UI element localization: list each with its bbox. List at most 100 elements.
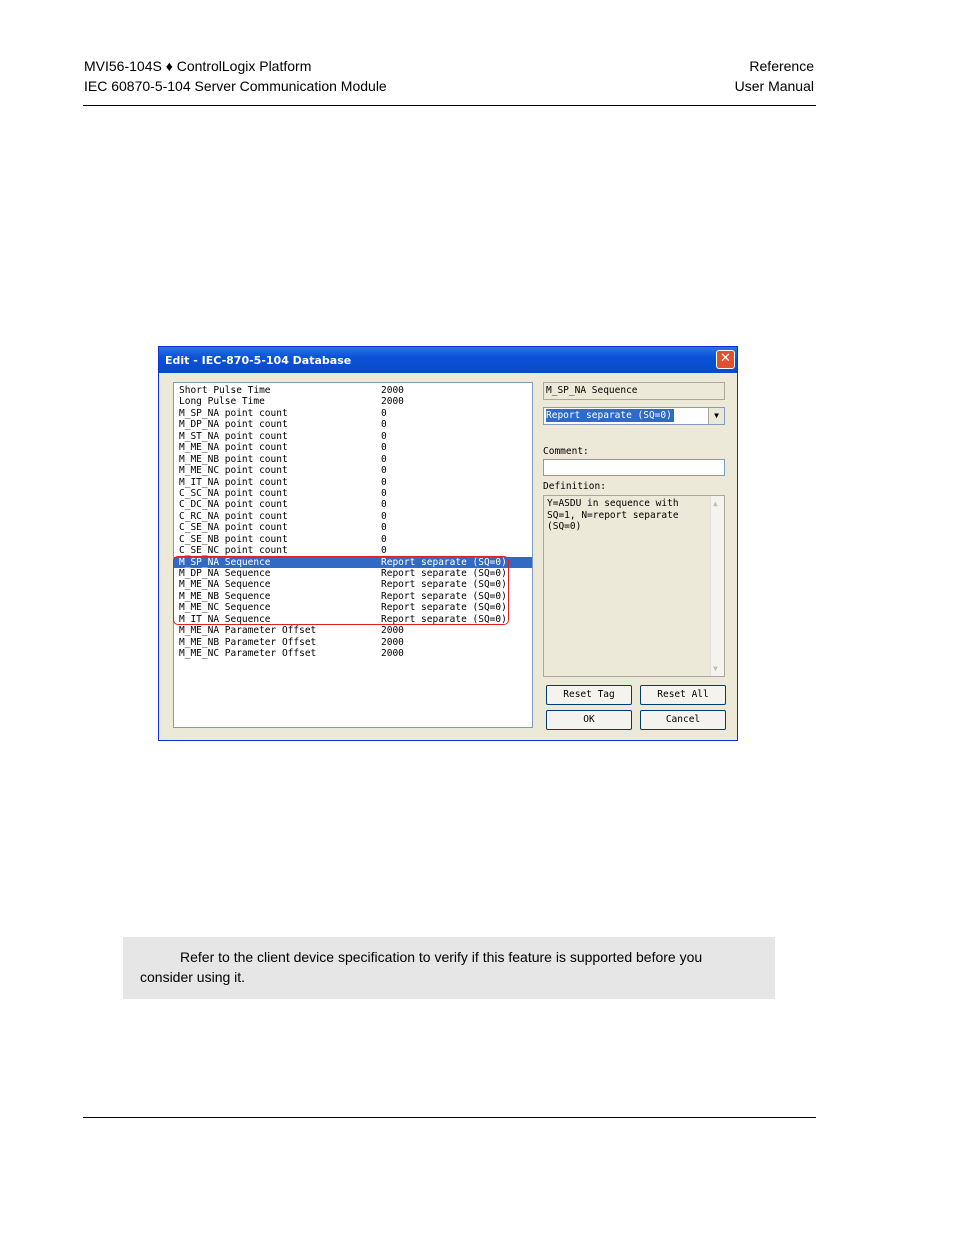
parameter-value: 0 bbox=[381, 442, 387, 454]
header-left: MVI56-104S ♦ ControlLogix Platform IEC 6… bbox=[84, 56, 387, 96]
combo-selected-value: Report separate (SQ=0) bbox=[546, 409, 674, 422]
parameter-name: M_ME_NC point count bbox=[179, 465, 288, 477]
parameter-value: 0 bbox=[381, 419, 387, 431]
note-text-line2: consider using it. bbox=[140, 969, 246, 985]
definition-scrollbar[interactable]: ▲ ▼ bbox=[710, 496, 724, 676]
list-item[interactable]: C_SE_NA point count 0 bbox=[174, 522, 532, 533]
parameter-value: 0 bbox=[381, 499, 387, 511]
parameter-value: 0 bbox=[381, 476, 387, 488]
value-combo[interactable]: Report separate (SQ=0) ▼ bbox=[543, 407, 725, 425]
parameter-name: M_ST_NA point count bbox=[179, 430, 288, 442]
list-item[interactable]: C_SC_NA point count 0 bbox=[174, 488, 532, 499]
parameter-name: M_ME_NA Parameter Offset bbox=[179, 625, 317, 637]
list-item[interactable]: M_ME_NA Parameter Offset 2000 bbox=[174, 625, 532, 636]
comment-label: Comment: bbox=[543, 446, 589, 457]
parameter-value: 2000 bbox=[381, 385, 404, 396]
reset-all-button[interactable]: Reset All bbox=[640, 685, 726, 705]
list-item[interactable]: M_SP_NA point count 0 bbox=[174, 408, 532, 419]
list-item[interactable]: M_ME_NB point count 0 bbox=[174, 454, 532, 465]
list-item[interactable]: Short Pulse Time 2000 bbox=[174, 385, 532, 396]
parameter-value: 0 bbox=[381, 430, 387, 442]
parameter-name: C_SE_NA point count bbox=[179, 522, 288, 534]
parameter-name: M_SP_NA point count bbox=[179, 407, 288, 419]
tag-name-field: M_SP_NA Sequence bbox=[543, 382, 725, 400]
list-item[interactable]: C_SE_NC point count 0 bbox=[174, 545, 532, 556]
dialog-title: Edit - IEC-870-5-104 Database bbox=[165, 353, 352, 367]
list-item[interactable]: M_ME_NC point count 0 bbox=[174, 465, 532, 476]
header-module: IEC 60870-5-104 Server Communication Mod… bbox=[84, 78, 387, 94]
list-item[interactable]: M_ME_NC Sequence Report separate (SQ=0) bbox=[174, 602, 532, 613]
dialog-titlebar[interactable]: Edit - IEC-870-5-104 Database bbox=[159, 347, 737, 373]
parameter-value: 0 bbox=[381, 510, 387, 522]
header-doc-type: User Manual bbox=[734, 78, 814, 94]
parameter-value: 2000 bbox=[381, 625, 404, 637]
parameter-list[interactable]: Short Pulse Time 2000 Long Pulse Time 2000 M… bbox=[173, 382, 533, 728]
parameter-name: C_SE_NB point count bbox=[179, 533, 288, 545]
parameter-value: Report separate (SQ=0) bbox=[381, 590, 507, 602]
header-section: Reference bbox=[749, 58, 814, 74]
list-item[interactable]: M_SP_NA Sequence Report separate (SQ=0) bbox=[174, 556, 532, 568]
parameter-name: M_ME_NA point count bbox=[179, 442, 288, 454]
parameter-value: 2000 bbox=[381, 396, 404, 408]
parameter-name: M_IT_NA point count bbox=[179, 476, 288, 488]
list-item[interactable]: M_IT_NA Sequence Report separate (SQ=0) bbox=[174, 614, 532, 625]
list-item[interactable]: M_ST_NA point count 0 bbox=[174, 431, 532, 442]
list-item[interactable]: C_RC_NA point count 0 bbox=[174, 511, 532, 522]
parameter-value: 0 bbox=[381, 407, 387, 419]
parameter-name: M_ME_NB Parameter Offset bbox=[179, 636, 317, 648]
list-item[interactable]: M_ME_NB Sequence Report separate (SQ=0) bbox=[174, 591, 532, 602]
list-item[interactable]: M_DP_NA point count 0 bbox=[174, 419, 532, 430]
parameter-name: Long Pulse Time bbox=[179, 396, 265, 408]
definition-box: Y=ASDU in sequence with SQ=1, N=report s… bbox=[543, 495, 725, 677]
parameter-value: Report separate (SQ=0) bbox=[381, 556, 507, 568]
comment-field[interactable] bbox=[543, 459, 725, 476]
note-text-line1: Refer to the client device specification… bbox=[180, 949, 703, 965]
list-item[interactable]: Long Pulse Time 2000 bbox=[174, 396, 532, 407]
parameter-rows: Short Pulse Time 2000 Long Pulse Time 2000 M… bbox=[174, 383, 532, 660]
list-item[interactable]: M_ME_NC Parameter Offset 2000 bbox=[174, 648, 532, 659]
scroll-up-icon[interactable]: ▲ bbox=[713, 498, 718, 510]
definition-label: Definition: bbox=[543, 481, 606, 492]
parameter-value: 0 bbox=[381, 545, 387, 557]
parameter-name: M_SP_NA Sequence bbox=[179, 556, 271, 568]
parameter-value: 2000 bbox=[381, 636, 404, 648]
parameter-value: Report separate (SQ=0) bbox=[381, 568, 507, 579]
list-item[interactable]: M_DP_NA Sequence Report separate (SQ=0) bbox=[174, 568, 532, 579]
parameter-name: M_ME_NC Sequence bbox=[179, 602, 271, 614]
scroll-down-icon[interactable]: ▼ bbox=[713, 663, 718, 675]
list-item[interactable]: M_ME_NB Parameter Offset 2000 bbox=[174, 637, 532, 648]
cancel-button[interactable]: Cancel bbox=[640, 710, 726, 730]
edit-database-dialog: Edit - IEC-870-5-104 Database ✕ Short Pu… bbox=[158, 346, 738, 741]
parameter-name: M_IT_NA Sequence bbox=[179, 613, 271, 625]
parameter-name: M_DP_NA Sequence bbox=[179, 568, 271, 579]
header-rule bbox=[83, 105, 816, 106]
list-item[interactable]: M_ME_NA Sequence Report separate (SQ=0) bbox=[174, 579, 532, 590]
parameter-value: 0 bbox=[381, 465, 387, 477]
parameter-name: M_DP_NA point count bbox=[179, 419, 288, 431]
reset-tag-button[interactable]: Reset Tag bbox=[546, 685, 632, 705]
parameter-name: M_ME_NA Sequence bbox=[179, 579, 271, 591]
header-product: MVI56-104S ♦ ControlLogix Platform bbox=[84, 58, 312, 74]
parameter-value: 0 bbox=[381, 487, 387, 499]
parameter-name: M_ME_NB Sequence bbox=[179, 590, 271, 602]
header-right: Reference User Manual bbox=[735, 56, 814, 96]
parameter-value: 0 bbox=[381, 533, 387, 545]
note-box: Refer to the client device specification… bbox=[123, 937, 775, 999]
list-item[interactable]: C_DC_NA point count 0 bbox=[174, 499, 532, 510]
chevron-down-icon[interactable]: ▼ bbox=[708, 408, 724, 424]
parameter-name: M_ME_NB point count bbox=[179, 453, 288, 465]
parameter-name: C_SE_NC point count bbox=[179, 545, 288, 557]
parameter-value: Report separate (SQ=0) bbox=[381, 579, 507, 591]
close-icon[interactable]: ✕ bbox=[716, 350, 735, 369]
parameter-name: Short Pulse Time bbox=[179, 385, 271, 396]
ok-button[interactable]: OK bbox=[546, 710, 632, 730]
parameter-value: 0 bbox=[381, 453, 387, 465]
parameter-name: C_DC_NA point count bbox=[179, 499, 288, 511]
list-item[interactable]: C_SE_NB point count 0 bbox=[174, 534, 532, 545]
parameter-name: M_ME_NC Parameter Offset bbox=[179, 648, 317, 660]
parameter-value: Report separate (SQ=0) bbox=[381, 613, 507, 625]
list-item[interactable]: M_ME_NA point count 0 bbox=[174, 442, 532, 453]
parameter-name: C_SC_NA point count bbox=[179, 487, 288, 499]
parameter-value: 0 bbox=[381, 522, 387, 534]
list-item[interactable]: M_IT_NA point count 0 bbox=[174, 477, 532, 488]
